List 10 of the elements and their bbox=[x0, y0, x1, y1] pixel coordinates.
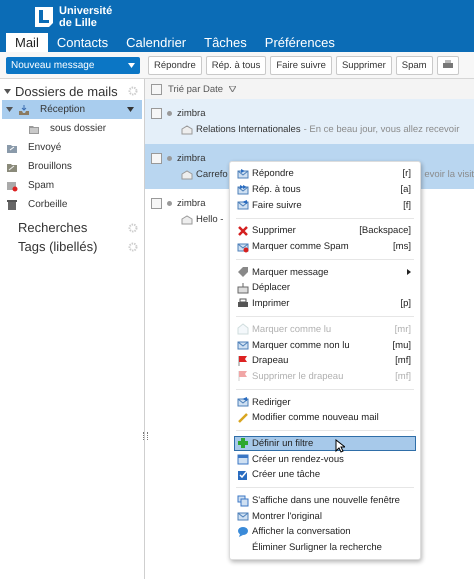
sender-name: zimbra bbox=[177, 153, 206, 164]
message-preview: evoir la visit bbox=[424, 169, 474, 180]
sidebar-title: Dossiers de mails bbox=[15, 84, 119, 98]
message-subject: Hello - bbox=[196, 214, 224, 225]
sender-name: zimbra bbox=[177, 108, 206, 119]
message-subject: Carrefo bbox=[196, 169, 228, 180]
sender-name: zimbra bbox=[177, 198, 206, 209]
logo-text: Université de Lille bbox=[59, 4, 112, 28]
message-preview: - En ce beau jour, vous allez recevoir bbox=[304, 124, 460, 135]
message-subject: Relations Internationales bbox=[196, 124, 301, 135]
